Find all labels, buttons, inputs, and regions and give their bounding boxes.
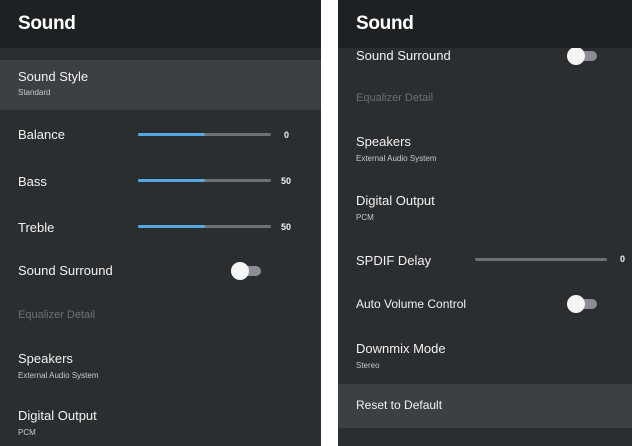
digital-output-value: PCM <box>356 213 374 222</box>
sound-settings-panel-left: Sound Sound Style Standard Balance 0 Bas… <box>0 0 321 446</box>
digital-output-item[interactable]: Digital Output PCM <box>338 184 632 228</box>
bass-item[interactable]: Bass 50 <box>0 164 321 198</box>
sound-style-label: Sound Style <box>18 69 89 84</box>
balance-item[interactable]: Balance 0 <box>0 118 321 152</box>
speakers-item[interactable]: Speakers External Audio System <box>0 342 321 386</box>
equalizer-detail-item: Equalizer Detail <box>0 300 321 330</box>
speakers-value: External Audio System <box>356 154 437 163</box>
digital-output-value: PCM <box>18 428 36 437</box>
treble-item[interactable]: Treble 50 <box>0 210 321 244</box>
reset-to-default-item[interactable]: Reset to Default <box>338 384 632 428</box>
downmix-mode-label: Downmix Mode <box>356 341 446 356</box>
bass-slider[interactable] <box>138 179 271 182</box>
bass-slider-fill <box>138 179 205 182</box>
toggle-knob <box>567 295 585 313</box>
panel-title: Sound <box>356 13 414 34</box>
auto-volume-control-toggle[interactable] <box>567 295 599 313</box>
treble-slider-fill <box>138 225 205 228</box>
auto-volume-control-item[interactable]: Auto Volume Control <box>338 288 632 322</box>
auto-volume-control-label: Auto Volume Control <box>356 297 467 311</box>
sound-style-value: Standard <box>18 88 51 97</box>
spdif-delay-label: SPDIF Delay <box>356 253 432 268</box>
downmix-mode-item[interactable]: Downmix Mode Stereo <box>338 332 632 376</box>
panel-header: Sound <box>0 0 321 48</box>
spdif-delay-slider[interactable] <box>475 258 607 261</box>
balance-label: Balance <box>18 127 65 142</box>
digital-output-label: Digital Output <box>356 193 435 208</box>
balance-value: 0 <box>284 130 290 140</box>
spdif-delay-value: 0 <box>620 254 626 264</box>
downmix-mode-value: Stereo <box>356 361 380 370</box>
sound-surround-label: Sound Surround <box>356 48 451 63</box>
toggle-knob <box>231 262 249 280</box>
speakers-item[interactable]: Speakers External Audio System <box>338 126 632 170</box>
sound-surround-item[interactable]: Sound Surround <box>0 254 321 288</box>
sound-surround-toggle[interactable] <box>231 262 263 280</box>
treble-slider[interactable] <box>138 225 271 228</box>
balance-slider[interactable] <box>138 133 271 136</box>
panel-header: Sound <box>338 0 632 48</box>
sound-surround-toggle[interactable] <box>567 47 599 65</box>
spdif-delay-item[interactable]: SPDIF Delay 0 <box>338 244 632 278</box>
sound-settings-panel-right: Sound Surround Equalizer Detail Speakers… <box>338 0 632 446</box>
sound-surround-label: Sound Surround <box>18 263 113 278</box>
treble-label: Treble <box>18 220 55 235</box>
bass-label: Bass <box>18 174 47 189</box>
digital-output-label: Digital Output <box>18 408 97 423</box>
equalizer-detail-item: Equalizer Detail <box>338 84 632 114</box>
speakers-label: Speakers <box>356 134 411 149</box>
bass-value: 50 <box>281 176 292 186</box>
sound-style-item[interactable]: Sound Style Standard <box>0 60 321 110</box>
equalizer-detail-label: Equalizer Detail <box>18 309 96 321</box>
balance-slider-fill <box>138 133 205 136</box>
panel-title: Sound <box>18 13 76 34</box>
speakers-label: Speakers <box>18 351 73 366</box>
digital-output-item[interactable]: Digital Output PCM <box>0 398 321 442</box>
treble-value: 50 <box>281 222 292 232</box>
reset-to-default-label: Reset to Default <box>356 398 443 412</box>
toggle-knob <box>567 47 585 65</box>
speakers-value: External Audio System <box>18 371 99 380</box>
equalizer-detail-label: Equalizer Detail <box>356 92 434 104</box>
